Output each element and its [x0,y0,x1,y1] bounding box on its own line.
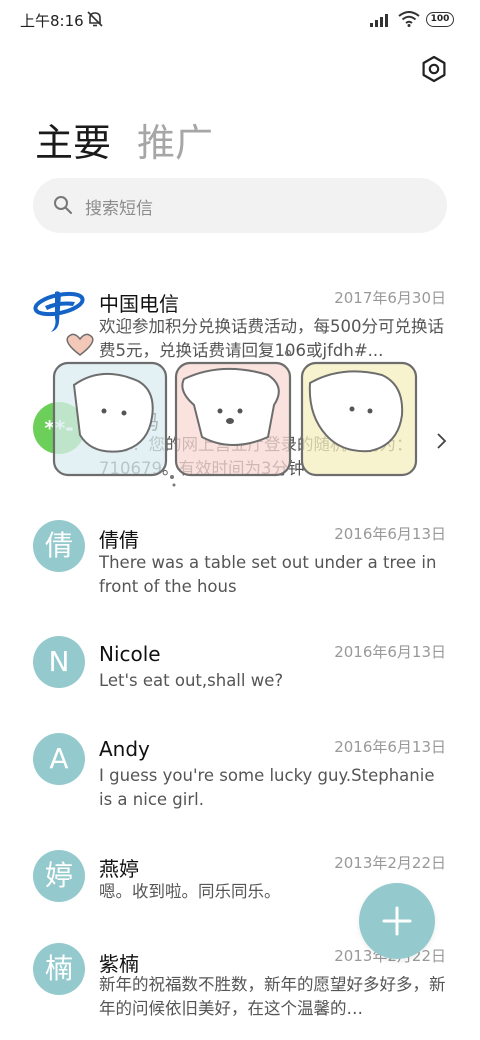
message-preview: 新年的祝福数不胜数，新年的愿望好多好多，新年的问候依旧美好，在这个温馨的… [99,975,446,1018]
list-item[interactable]: N Nicole 2016年6月13日 Let's eat out,shall … [0,636,480,696]
sender-name: Andy [99,737,150,761]
avatar: A [33,733,85,785]
message-date: 2016年6月13日 [334,525,446,543]
message-date: 2013年2月22日 [334,854,446,872]
avatar: 楠 [33,943,85,995]
wifi-icon [398,11,420,27]
message-date: 2016年6月13日 [334,643,446,661]
status-time: 上午8:16 [20,12,84,30]
tab-main[interactable]: 主要 [35,112,111,167]
new-message-button[interactable] [359,883,435,959]
list-item[interactable]: 倩 倩倩 2016年6月13日 There was a table set ou… [0,518,480,598]
tab-promo[interactable]: 推广 [137,112,213,167]
sender-name: 倩倩 [99,528,139,552]
message-date: 2017年6月30日 [334,289,446,307]
sender-name: 验证码 [99,410,159,434]
message-date: 2016年6月13日 [334,738,446,756]
sender-name: Nicole [99,642,161,666]
sender-name: 燕婷 [99,857,139,881]
message-preview: 欢迎参加积分兑换话费活动，每500分可兑换话费5元，兑换话费请回复106或jfd… [99,317,444,360]
search-input[interactable]: 搜索短信 [33,178,447,233]
message-preview: There was a table set out under a tree i… [99,553,437,596]
china-telecom-logo-icon [33,291,85,332]
plus-icon [382,906,412,936]
avatar: 婷 [33,850,85,902]
avatar: N [33,636,85,688]
search-placeholder: 搜索短信 [85,199,153,219]
signal-icon [370,14,388,27]
message-preview: I guess you're some lucky guy.Stephanie … [99,766,435,809]
battery-indicator: 100 [426,12,454,27]
message-preview: 您好！您的网上营业厅登录的随机密码为：710679。有效时间为3分钟 [99,435,413,478]
avatar: 倩 [33,520,85,572]
mute-bell-icon [87,11,103,27]
sender-name: 中国电信 [99,292,179,316]
avatar: **- [33,402,85,454]
search-icon [54,196,72,214]
settings-hexagon-icon[interactable] [420,55,448,83]
list-item[interactable]: 中国电信 2017年6月30日 欢迎参加积分兑换话费活动，每500分可兑换话费5… [0,282,480,362]
list-item[interactable]: **- 验证码 您好！您的网上营业厅登录的随机密码为：710679。有效时间为3… [0,400,480,480]
message-preview: Let's eat out,shall we? [99,671,284,690]
chevron-right-icon [437,433,447,449]
list-item[interactable]: A Andy 2016年6月13日 I guess you're some lu… [0,731,480,811]
status-bar: 上午8:16 100 [0,0,480,42]
